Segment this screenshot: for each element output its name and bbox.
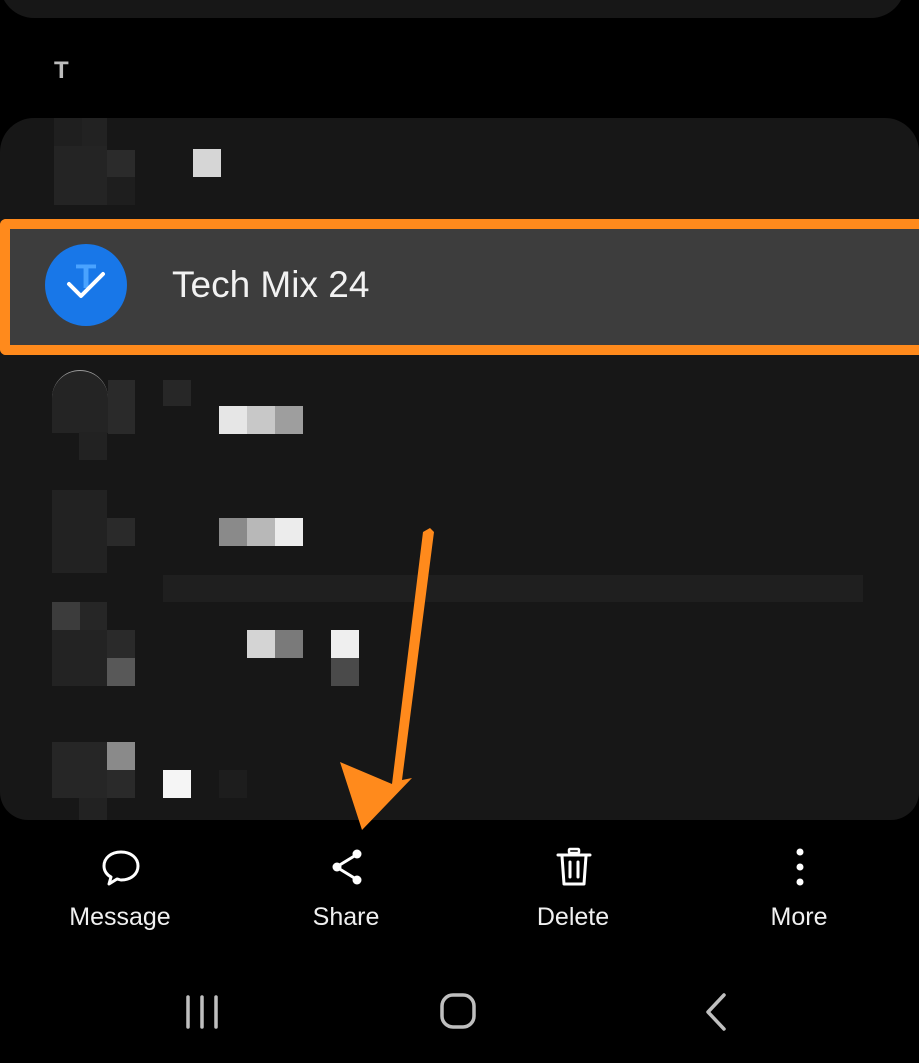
message-button[interactable]: Message [20,840,220,940]
action-bar: Message Share Delete More [0,840,919,950]
delete-button[interactable]: Delete [473,840,673,940]
system-navigation-bar [0,985,919,1045]
recent-apps-button[interactable] [172,985,232,1045]
back-icon [706,993,726,1031]
previous-card [0,0,905,18]
more-label: More [770,903,828,931]
home-icon [440,993,476,1029]
section-header-letter: T [54,57,69,84]
contact-name: Tech Mix 24 [172,264,370,305]
home-button[interactable] [428,985,488,1045]
contact-avatar: T [45,244,127,326]
message-label: Message [69,903,171,931]
message-icon [102,850,140,886]
more-vertical-icon [796,848,804,886]
more-button[interactable]: More [699,840,899,940]
selected-contact-row[interactable]: T Tech Mix 24 [0,219,919,355]
back-button[interactable] [686,985,746,1045]
share-button[interactable]: Share [246,840,446,940]
checkmark-icon [67,272,105,298]
delete-icon [556,847,592,886]
share-icon [332,849,362,885]
delete-label: Delete [536,903,610,931]
share-label: Share [312,903,380,931]
recent-apps-icon [186,995,218,1029]
